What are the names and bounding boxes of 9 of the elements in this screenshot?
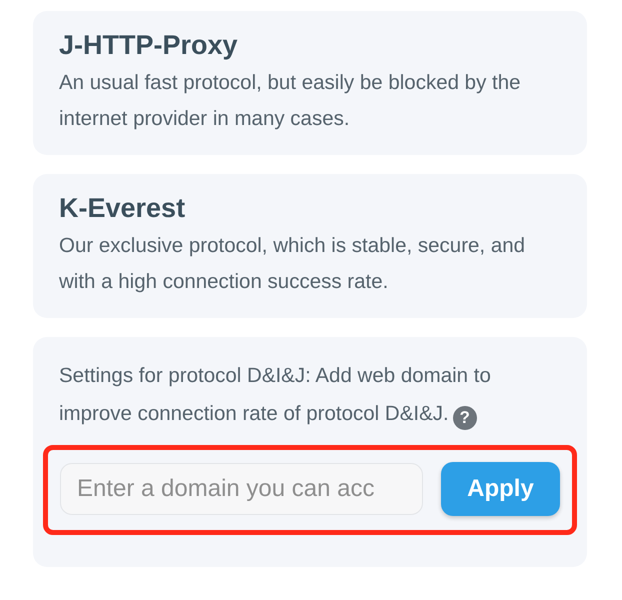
help-icon[interactable]: ? <box>452 406 477 430</box>
protocol-description: An usual fast protocol, but easily be blocked by the internet provider in many cases. <box>59 70 522 132</box>
protocol-card[interactable]: J-HTTP-Proxy An usual fast protocol, but easily be blocked by the internet provider in many cases. <box>33 11 587 155</box>
settings-description: Settings for protocol D&I&J: Add web domain to improve connection rate of protocol D&I&J. ? <box>43 357 577 433</box>
protocol-title: K-Everest <box>59 192 186 225</box>
protocol-description: Our exclusive protocol, which is stable, secure, and with a high connection success rate. <box>59 233 526 295</box>
protocol-title: J-HTTP-Proxy <box>59 29 239 62</box>
protocol-card[interactable]: K-Everest Our exclusive protocol, which is stable, secure, and with a high connection success rate. <box>33 174 587 318</box>
domain-input-field[interactable]: Enter a domain you can acc <box>60 463 423 515</box>
